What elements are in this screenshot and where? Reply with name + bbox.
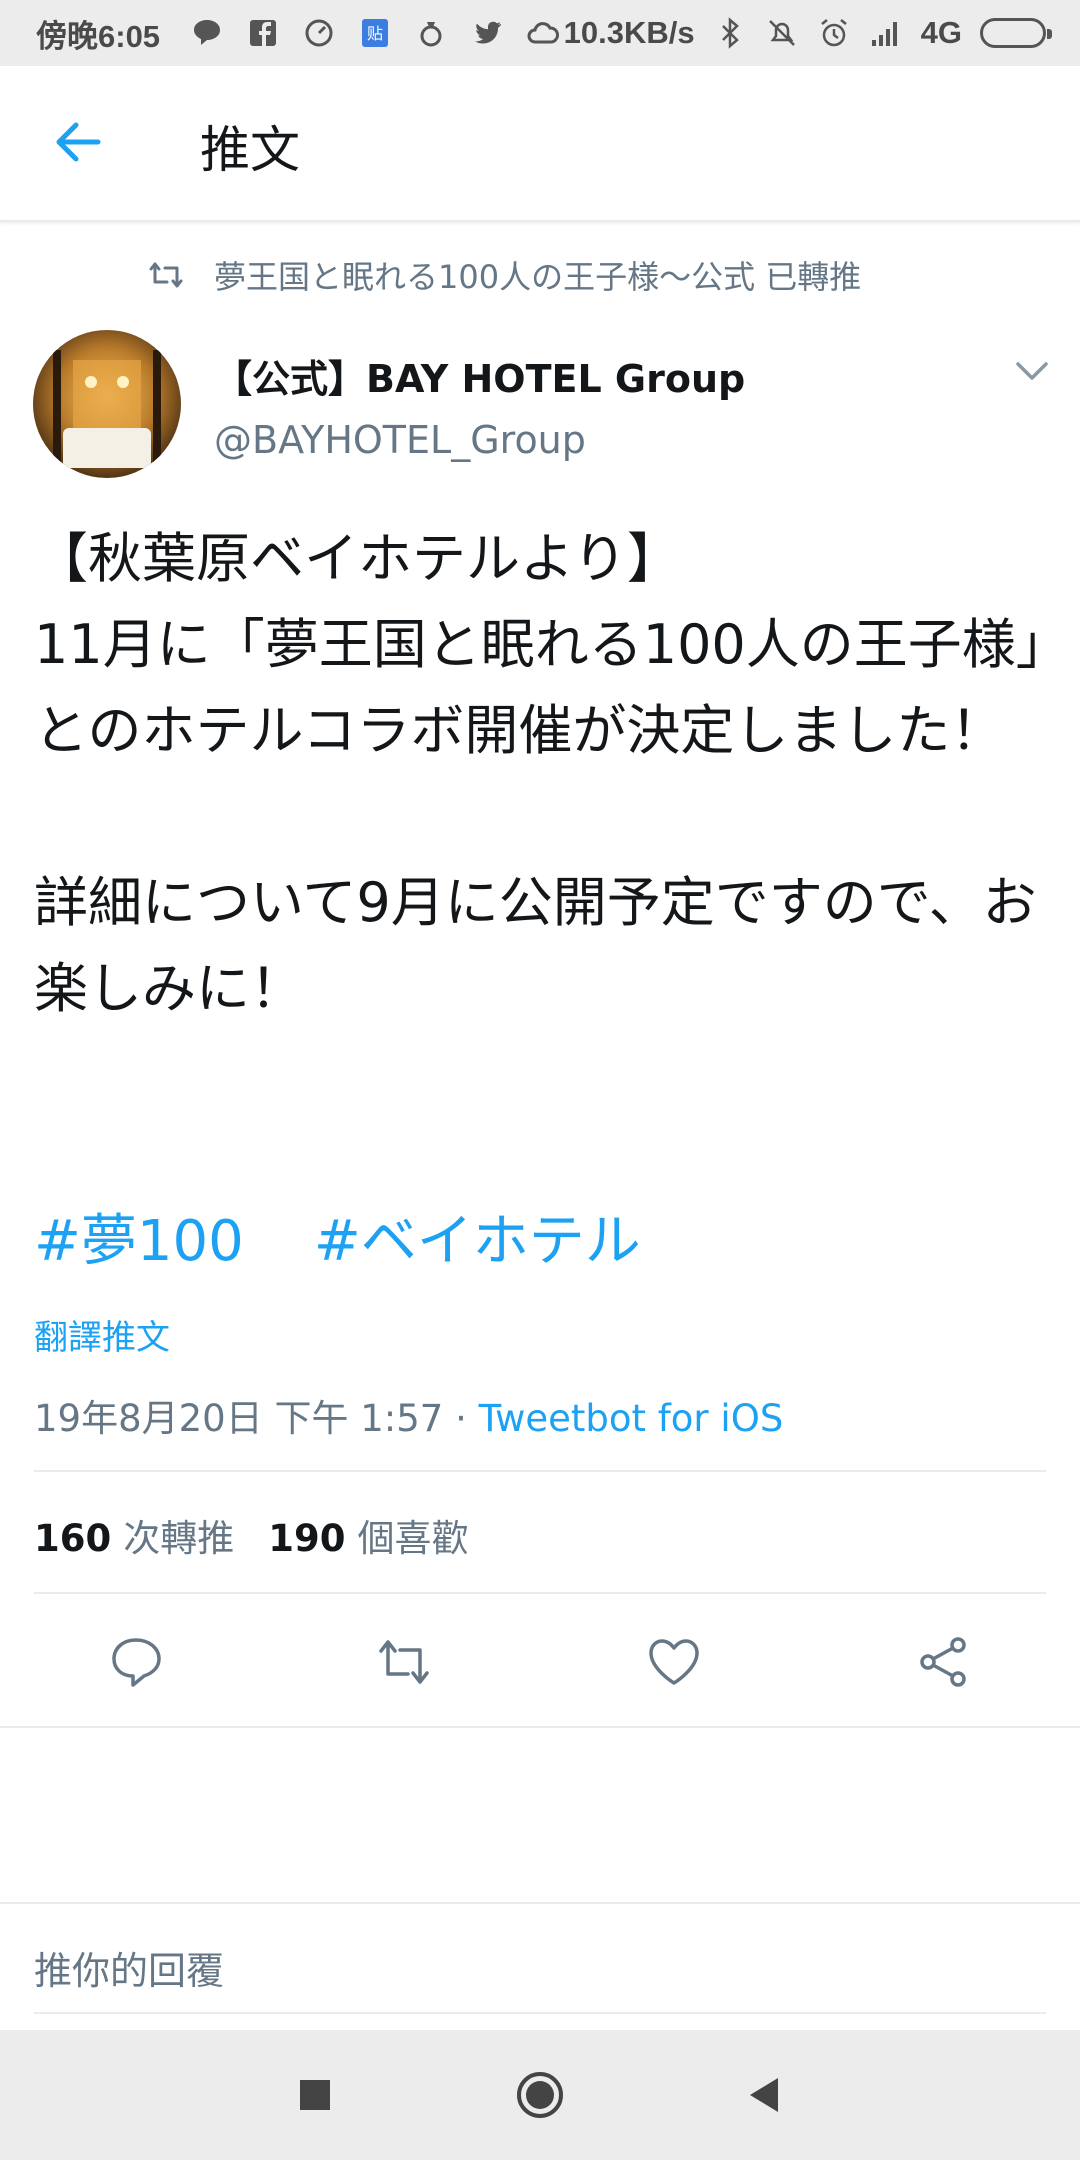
like-heart-icon[interactable]	[644, 1632, 704, 1692]
likes-label: 個喜歡	[357, 1517, 469, 1560]
likes-stat[interactable]: 190 個喜歡	[268, 1508, 468, 1562]
bluetooth-icon	[721, 17, 739, 49]
page-title: 推文	[200, 121, 300, 179]
retweet-context-text: 夢王国と眠れる100人の王子様～公式 已轉推	[214, 258, 862, 296]
divider	[0, 1902, 1080, 1904]
facebook-icon	[250, 20, 277, 46]
recents-square-icon[interactable]	[290, 2070, 340, 2120]
status-bar: 傍晚6:05 贴 10.3KB/s 4G	[0, 0, 1080, 66]
retweets-stat[interactable]: 160 次轉推	[34, 1508, 234, 1562]
avatar[interactable]	[33, 330, 181, 478]
hashtag-list: #夢100 #ベイホテル	[34, 1196, 641, 1277]
status-time: 傍晚6:05	[36, 18, 161, 54]
cloud-icon	[527, 22, 560, 44]
system-nav-bar	[0, 2030, 1080, 2160]
mute-icon	[768, 20, 795, 46]
author-name[interactable]: 【公式】BAY HOTEL Group	[214, 348, 745, 403]
hashtag-link[interactable]: #夢100	[34, 1196, 244, 1277]
network-speed: 10.3KB/s	[563, 15, 695, 50]
tweet-stats: 160 次轉推 190 個喜歡	[34, 1508, 468, 1562]
reply-icon[interactable]	[106, 1632, 166, 1692]
divider	[34, 1470, 1046, 1472]
twitter-icon	[475, 21, 502, 44]
speedometer-icon	[305, 19, 333, 47]
reply-input[interactable]: 推你的回覆	[34, 1940, 224, 1995]
line-icon	[194, 20, 221, 45]
retweet-icon[interactable]	[374, 1632, 434, 1692]
likes-count: 190	[268, 1517, 346, 1560]
divider	[34, 1592, 1046, 1594]
chevron-down-icon[interactable]	[1010, 356, 1054, 386]
network-type: 4G	[920, 15, 962, 50]
alarm-icon	[820, 19, 847, 47]
tweet-timestamp: 19年8月20日 下午 1:57	[34, 1397, 444, 1440]
divider	[0, 1726, 1080, 1728]
author-handle[interactable]: @BAYHOTEL_Group	[214, 418, 586, 462]
retweets-count: 160	[34, 1517, 112, 1560]
svg-text:贴: 贴	[367, 24, 383, 43]
battery-charging-icon	[980, 18, 1052, 48]
tweet-meta: 19年8月20日 下午 1:57 · Tweetbot for iOS	[34, 1388, 783, 1442]
retweets-label: 次轉推	[123, 1517, 235, 1560]
meta-separator: ·	[443, 1397, 479, 1440]
share-icon[interactable]	[914, 1632, 974, 1692]
retweet-small-icon	[149, 262, 183, 288]
back-arrow-icon[interactable]	[48, 112, 108, 172]
signal-icon	[871, 22, 897, 46]
hashtag-link[interactable]: #ベイホテル	[314, 1196, 641, 1277]
top-app-bar: 推文	[0, 66, 1080, 222]
ring-icon	[420, 22, 442, 47]
tweet-text: 【秋葉原ベイホテルより】 11月に「夢王国と眠れる100人の王子様」とのホテルコ…	[34, 527, 1043, 1020]
tie-icon: 贴	[362, 19, 389, 47]
back-triangle-icon[interactable]	[740, 2070, 790, 2120]
translate-tweet-link[interactable]: 翻譯推文	[34, 1310, 170, 1359]
tweet-source-link[interactable]: Tweetbot for iOS	[479, 1397, 784, 1440]
retweet-context[interactable]: 夢王国と眠れる100人の王子様～公式 已轉推	[148, 252, 861, 298]
home-circle-icon[interactable]	[515, 2070, 565, 2120]
tweet-actions	[0, 1620, 1080, 1710]
reply-input-underline	[34, 2012, 1046, 2014]
